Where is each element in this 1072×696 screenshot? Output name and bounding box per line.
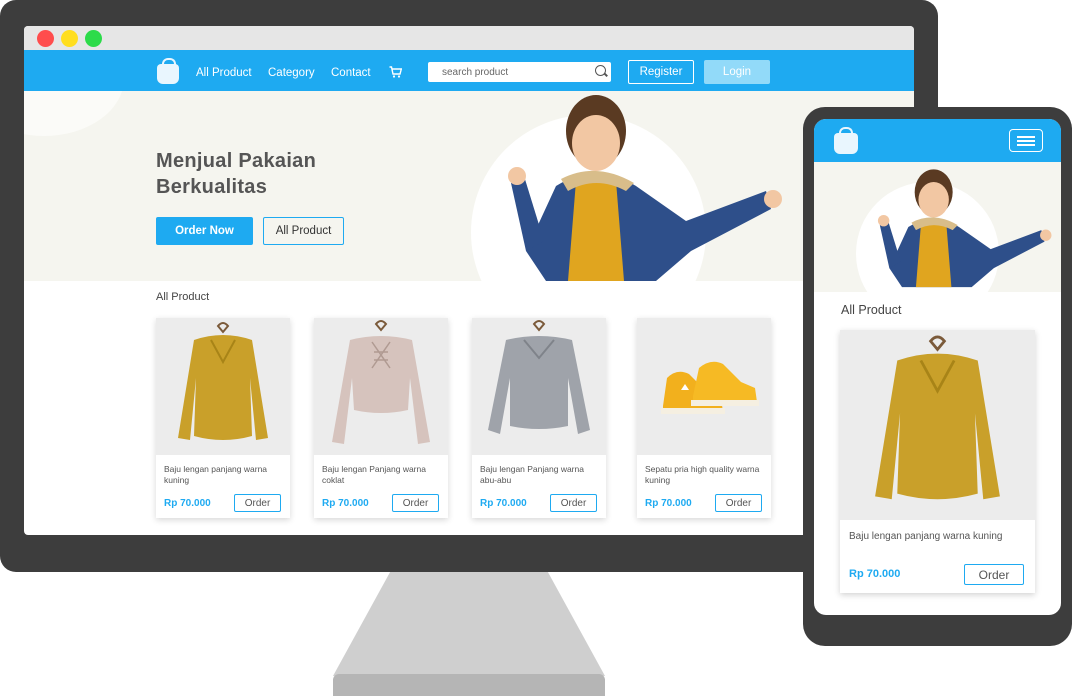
product-image xyxy=(156,318,290,455)
product-name: Baju lengan Panjang warna coklat xyxy=(322,464,426,485)
search-icon[interactable] xyxy=(595,65,606,76)
yellow-sweater-image xyxy=(178,322,268,440)
nav-link-all-product[interactable]: All Product xyxy=(196,67,252,79)
products-section-title: All Product xyxy=(156,291,210,303)
product-card[interactable]: Sepatu pria high quality warna kuning Rp… xyxy=(637,318,771,518)
product-price: Rp 70.000 xyxy=(849,568,901,580)
shopping-bag-icon[interactable] xyxy=(834,127,858,154)
mobile-products-section-title: All Product xyxy=(841,303,902,317)
hero-decoration xyxy=(24,91,124,136)
product-image xyxy=(314,318,448,455)
mobile-screen: All Product Baju lengan panjang warna ku… xyxy=(814,119,1061,615)
product-card[interactable]: Baju lengan Panjang warna coklat Rp 70.0… xyxy=(314,318,448,518)
product-card[interactable]: Baju lengan panjang warna kuning Rp 70.0… xyxy=(840,330,1035,593)
mobile-hero-banner xyxy=(814,162,1061,292)
monitor-stand xyxy=(333,572,605,676)
minimize-window-icon[interactable] xyxy=(61,30,78,47)
product-image xyxy=(840,330,1035,520)
product-price: Rp 70.000 xyxy=(480,498,527,509)
desktop-screen: All Product Category Contact Register Lo… xyxy=(24,26,914,535)
all-product-button[interactable]: All Product xyxy=(263,217,344,245)
product-price: Rp 70.000 xyxy=(322,498,369,509)
product-name: Sepatu pria high quality warna kuning xyxy=(645,464,760,485)
order-button[interactable]: Order xyxy=(550,494,597,512)
order-button[interactable]: Order xyxy=(392,494,439,512)
order-now-button[interactable]: Order Now xyxy=(156,217,253,245)
hero-kid-image xyxy=(508,95,782,281)
gray-sweater-image xyxy=(488,320,590,434)
product-price: Rp 70.000 xyxy=(645,498,692,509)
hero-kid-image xyxy=(877,169,1052,288)
product-image xyxy=(472,318,606,455)
product-name: Baju lengan Panjang warna abu-abu xyxy=(480,464,584,485)
yellow-sneakers-image xyxy=(661,361,759,414)
shopping-bag-icon[interactable] xyxy=(157,58,179,84)
maximize-window-icon[interactable] xyxy=(85,30,102,47)
hero-banner: Menjual Pakaian Berkualitas Order Now Al… xyxy=(24,91,914,281)
product-name: Baju lengan panjang warna kuning xyxy=(164,464,268,485)
nav-link-contact[interactable]: Contact xyxy=(331,67,371,79)
nav-link-category[interactable]: Category xyxy=(268,67,315,79)
register-button[interactable]: Register xyxy=(628,60,694,84)
login-button[interactable]: Login xyxy=(704,60,770,84)
monitor-base xyxy=(333,674,605,696)
order-button[interactable]: Order xyxy=(234,494,281,512)
product-price: Rp 70.000 xyxy=(164,498,211,509)
product-card[interactable]: Baju lengan Panjang warna abu-abu Rp 70.… xyxy=(472,318,606,518)
hamburger-menu-icon[interactable] xyxy=(1009,129,1043,152)
hero-title: Menjual Pakaian Berkualitas xyxy=(156,150,317,198)
yellow-sweater-image xyxy=(875,335,1000,500)
cart-icon[interactable] xyxy=(389,66,403,81)
order-button[interactable]: Order xyxy=(964,564,1024,585)
close-window-icon[interactable] xyxy=(37,30,54,47)
search-input[interactable] xyxy=(428,62,588,83)
product-image xyxy=(637,318,771,455)
search-box xyxy=(428,62,611,83)
product-card[interactable]: Baju lengan panjang warna kuning Rp 70.0… xyxy=(156,318,290,518)
mobile-navbar xyxy=(814,119,1061,162)
product-name: Baju lengan panjang warna kuning xyxy=(849,531,1003,542)
order-button[interactable]: Order xyxy=(715,494,762,512)
window-titlebar xyxy=(24,26,914,50)
pink-sweater-image xyxy=(332,320,430,444)
